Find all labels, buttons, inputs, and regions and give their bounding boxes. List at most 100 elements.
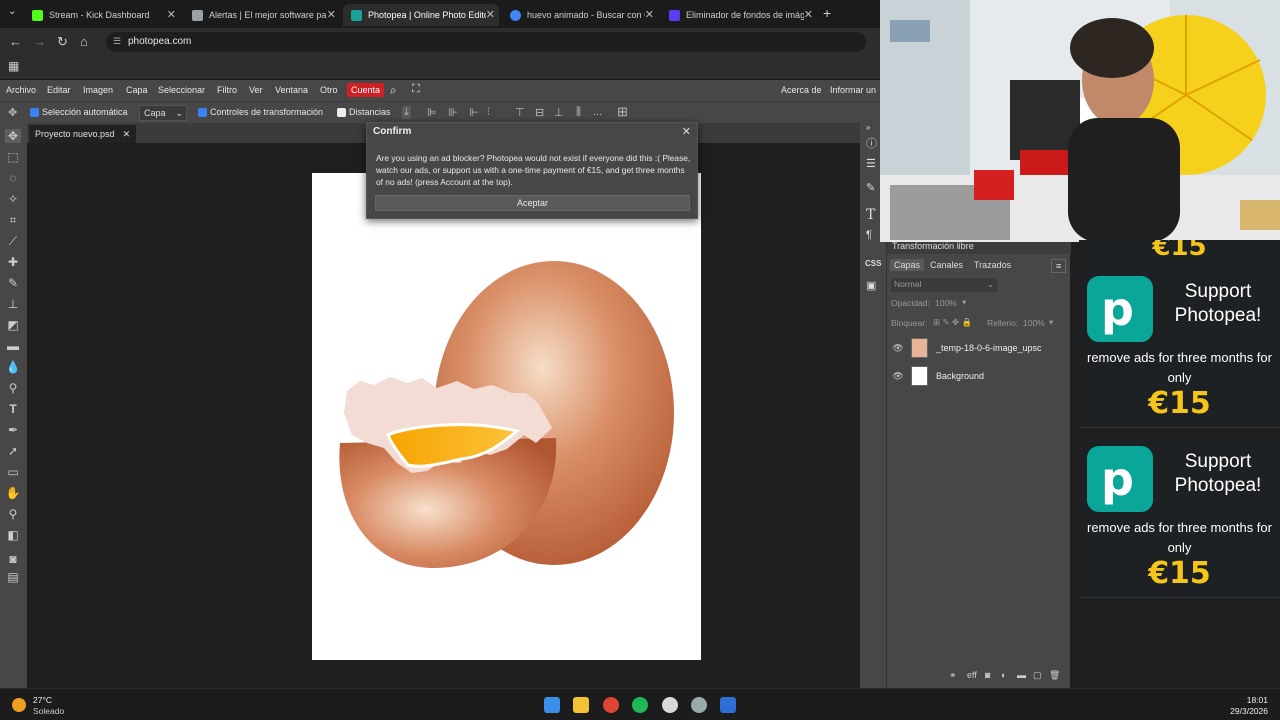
delete-icon[interactable]: 🗑 — [1049, 670, 1060, 681]
close-icon[interactable]: ✕ — [804, 8, 813, 21]
collapse-icon[interactable]: » — [866, 123, 870, 132]
align-right-icon[interactable]: ⊩ — [469, 106, 479, 119]
menu-archivo[interactable]: Archivo — [6, 85, 36, 95]
healing-brush-icon[interactable]: ✚ — [5, 255, 21, 269]
distribute-v-icon[interactable]: ⫼ — [576, 106, 581, 119]
ad-price-partial[interactable]: €15 — [1079, 240, 1280, 266]
app-icon[interactable] — [720, 697, 736, 713]
marquee-tool-icon[interactable]: ⬚ — [5, 150, 21, 164]
align-middle-icon[interactable]: ⊟ — [535, 106, 544, 119]
fullscreen-icon[interactable]: ⛶ — [412, 83, 420, 96]
menu-filtro[interactable]: Filtro — [217, 85, 237, 95]
close-icon[interactable]: ✕ — [123, 129, 131, 140]
download-icon[interactable]: ⤓ — [402, 106, 411, 119]
image-icon[interactable]: ▣ — [866, 279, 876, 292]
fill-dropdown-icon[interactable]: ▾ — [1049, 317, 1053, 328]
menu-seleccionar[interactable]: Seleccionar — [158, 85, 205, 95]
menu-otro[interactable]: Otro — [320, 85, 338, 95]
reload-icon[interactable]: ↻ — [57, 34, 68, 50]
link-icon[interactable]: ⚭ — [949, 670, 957, 681]
mask-icon[interactable]: ◙ — [985, 670, 990, 680]
file-explorer-icon[interactable] — [573, 697, 589, 713]
opacity-value[interactable]: 100% — [935, 298, 957, 308]
eye-icon[interactable]: 👁 — [891, 371, 905, 382]
align-bottom-icon[interactable]: ⊥ — [554, 106, 564, 119]
document-tab[interactable]: Proyecto nuevo.psd ✕ — [29, 125, 137, 143]
tab-search-icon[interactable]: ⌄ — [8, 6, 16, 17]
opacity-dropdown-icon[interactable]: ▾ — [962, 297, 966, 308]
transform-controls-checkbox[interactable]: Controles de transformación — [198, 107, 323, 117]
magic-wand-icon[interactable]: ✧ — [5, 192, 21, 206]
crop-tool-icon[interactable]: ⌗ — [5, 213, 21, 228]
forward-icon[interactable]: → — [33, 34, 46, 49]
chrome-icon[interactable] — [603, 697, 619, 713]
menu-imagen[interactable]: Imagen — [83, 85, 113, 95]
fill-value[interactable]: 100% — [1023, 318, 1045, 328]
screen-mode-icon[interactable]: ▤ — [5, 570, 21, 584]
layer-row[interactable]: 👁 _temp-18-0-6-image_upsc — [891, 335, 1063, 361]
pen-tool-icon[interactable]: ✒ — [5, 423, 21, 437]
menu-report[interactable]: Informar un — [830, 85, 876, 95]
path-select-icon[interactable]: ➚ — [5, 444, 21, 458]
close-icon[interactable]: ✕ — [682, 125, 691, 138]
character-icon[interactable]: T — [866, 207, 875, 223]
menu-capa[interactable]: Capa — [126, 85, 148, 95]
site-info-icon[interactable]: ☰ — [113, 36, 121, 47]
layer-select[interactable]: Capa ⌄ — [139, 105, 187, 121]
eye-icon[interactable]: 👁 — [891, 343, 905, 354]
sun-weather-icon[interactable] — [12, 698, 26, 712]
distances-checkbox[interactable]: Distancias — [337, 107, 391, 117]
adjustment-icon[interactable]: ◐ — [1001, 670, 1006, 680]
windows-start-icon[interactable] — [544, 697, 560, 713]
dodge-tool-icon[interactable]: ⚲ — [5, 381, 21, 395]
quick-mask-icon[interactable]: ◙ — [5, 552, 21, 566]
home-icon[interactable]: ⌂ — [80, 34, 88, 49]
hand-tool-icon[interactable]: ✋ — [5, 486, 21, 500]
adjustments-icon[interactable]: ☰ — [866, 157, 876, 170]
account-button[interactable]: Cuenta — [347, 83, 385, 97]
browser-tab-alertas[interactable]: Alertas | El mejor software para ✕ — [184, 4, 340, 26]
tab-trazados[interactable]: Trazados — [970, 259, 1015, 271]
paragraph-icon[interactable]: ¶ — [866, 229, 872, 241]
lasso-tool-icon[interactable]: ◌ — [5, 171, 21, 185]
accept-button[interactable]: Aceptar — [375, 195, 690, 211]
more-options[interactable]: ... — [593, 106, 602, 118]
lock-icons[interactable]: ⊞ ✎ ✥ 🔒 — [933, 317, 972, 328]
align-top-icon[interactable]: ⊤ — [515, 106, 525, 119]
align-center-icon[interactable]: ⊪ — [448, 106, 458, 119]
info-icon[interactable]: ⓘ — [866, 135, 877, 151]
css-icon[interactable]: CSS — [865, 259, 881, 268]
spotify-icon[interactable] — [632, 697, 648, 713]
brush-icon[interactable]: ✎ — [866, 181, 875, 194]
menu-editar[interactable]: Editar — [47, 85, 71, 95]
support-ad-card[interactable]: p Support Photopea! remove ads for three… — [1079, 268, 1280, 428]
apps-grid-icon[interactable]: ▦ — [8, 59, 19, 73]
zoom-tool-icon[interactable]: ⚲ — [5, 507, 21, 521]
close-icon[interactable]: ✕ — [645, 8, 654, 21]
browser-tab-photopea[interactable]: Photopea | Online Photo Editor ✕ — [343, 4, 499, 26]
menu-ventana[interactable]: Ventana — [275, 85, 308, 95]
panel-menu-icon[interactable]: ≡ — [1051, 259, 1067, 273]
align-left-icon[interactable]: ⊫ — [427, 106, 437, 119]
menu-ver[interactable]: Ver — [249, 85, 263, 95]
document-canvas[interactable] — [312, 173, 701, 660]
eyedropper-icon[interactable]: ⟋ — [5, 234, 21, 249]
browser-tab-kick[interactable]: Stream - Kick Dashboard ✕ — [24, 4, 180, 26]
folder-icon[interactable]: ▬ — [1017, 670, 1026, 680]
blend-mode-select[interactable]: Normal ⌄ — [891, 278, 997, 292]
support-ad-card[interactable]: p Support Photopea! remove ads for three… — [1079, 438, 1280, 598]
close-icon[interactable]: ✕ — [486, 8, 495, 21]
tab-capas[interactable]: Capas — [890, 259, 925, 271]
steam-icon[interactable] — [691, 697, 707, 713]
browser-tab-remover[interactable]: Eliminador de fondos de imáge ✕ — [661, 4, 817, 26]
gradient-tool-icon[interactable]: ▬ — [5, 339, 21, 353]
color-swatches-icon[interactable]: ◧ — [5, 528, 21, 542]
url-input[interactable]: ☰ photopea.com — [106, 32, 866, 52]
menu-about[interactable]: Acerca de — [781, 85, 822, 95]
eraser-tool-icon[interactable]: ◩ — [5, 318, 21, 332]
browser-tab-google[interactable]: huevo animado - Buscar con Go ✕ — [502, 4, 658, 26]
close-icon[interactable]: ✕ — [327, 8, 336, 21]
new-tab-button[interactable]: + — [823, 5, 831, 21]
auto-select-checkbox[interactable]: Selección automática — [30, 107, 128, 117]
distribute-icon[interactable]: ⫶ — [487, 106, 490, 119]
